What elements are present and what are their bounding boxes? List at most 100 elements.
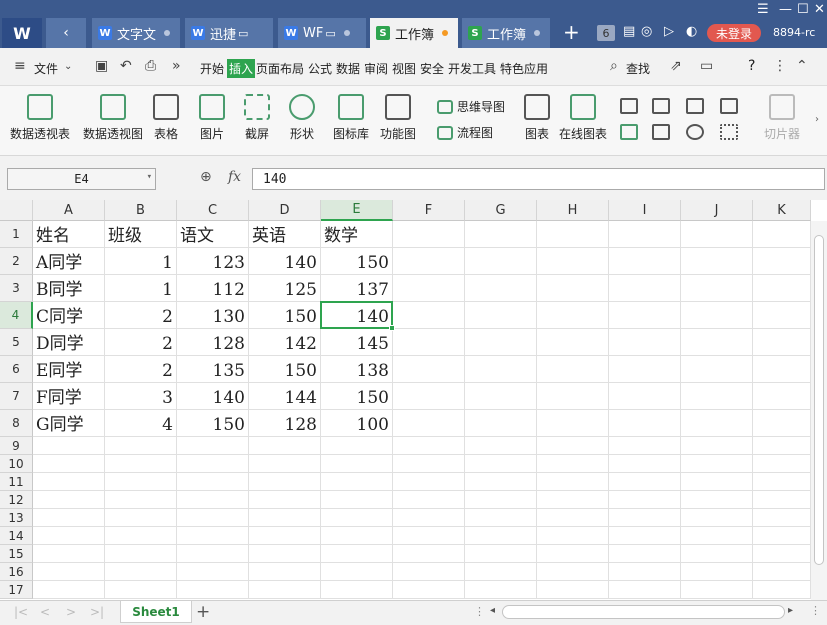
new-tab-button[interactable]: + — [563, 20, 580, 44]
cell-g6[interactable] — [465, 356, 537, 383]
cell-c2[interactable]: 123 — [177, 248, 249, 275]
column-header-e[interactable]: E — [321, 200, 393, 221]
cell-j10[interactable] — [681, 455, 753, 473]
add-sheet-button[interactable]: + — [196, 602, 210, 622]
cell-e17[interactable] — [321, 581, 393, 599]
column-header-i[interactable]: I — [609, 200, 681, 221]
cell-i9[interactable] — [609, 437, 681, 455]
cell-e9[interactable] — [321, 437, 393, 455]
cell-h7[interactable] — [537, 383, 609, 410]
function-chart-button[interactable]: 功能图 — [380, 94, 416, 142]
cell-a12[interactable] — [33, 491, 105, 509]
cell-f8[interactable] — [393, 410, 465, 437]
cell-e6[interactable]: 138 — [321, 356, 393, 383]
cell-c13[interactable] — [177, 509, 249, 527]
cell-f17[interactable] — [393, 581, 465, 599]
search-icon[interactable]: ⌕ — [610, 58, 618, 74]
cell-j17[interactable] — [681, 581, 753, 599]
cell-a6[interactable]: E同学 — [33, 356, 105, 383]
cell-h9[interactable] — [537, 437, 609, 455]
slicer-button[interactable]: 切片器 — [764, 94, 800, 142]
online-chart-button[interactable]: 在线图表 — [559, 94, 607, 142]
tab-scroll-left-button[interactable]: ‹ — [46, 18, 86, 48]
cell-c11[interactable] — [177, 473, 249, 491]
doc-tab-4[interactable]: S 工作簿 — [462, 18, 550, 48]
cell-i8[interactable] — [609, 410, 681, 437]
cell-h6[interactable] — [537, 356, 609, 383]
cell-h10[interactable] — [537, 455, 609, 473]
select-all-corner[interactable] — [0, 200, 33, 221]
split-handle-icon[interactable]: ⋮ — [474, 605, 485, 618]
column-header-j[interactable]: J — [681, 200, 753, 221]
cell-d17[interactable] — [249, 581, 321, 599]
tab-count-badge[interactable]: 6 — [597, 25, 615, 41]
cell-j9[interactable] — [681, 437, 753, 455]
cell-k14[interactable] — [753, 527, 811, 545]
doc-tab-3-active[interactable]: S 工作簿 — [370, 18, 458, 48]
cell-k3[interactable] — [753, 275, 811, 302]
scroll-right-icon[interactable]: ▸ — [788, 605, 793, 616]
menu-developer[interactable]: 开发工具 — [448, 60, 496, 77]
cell-j6[interactable] — [681, 356, 753, 383]
menu-insert[interactable]: 插入 — [227, 59, 256, 78]
cell-g7[interactable] — [465, 383, 537, 410]
tab-close-dot-icon[interactable] — [534, 30, 541, 36]
cell-i2[interactable] — [609, 248, 681, 275]
cell-h12[interactable] — [537, 491, 609, 509]
file-menu[interactable]: 文件 — [34, 60, 58, 77]
cell-d7[interactable]: 144 — [249, 383, 321, 410]
cell-e1[interactable]: 数学 — [321, 221, 393, 248]
cell-f14[interactable] — [393, 527, 465, 545]
cell-k17[interactable] — [753, 581, 811, 599]
tab-close-dot-icon[interactable] — [164, 30, 171, 36]
cell-i17[interactable] — [609, 581, 681, 599]
cell-i11[interactable] — [609, 473, 681, 491]
cell-b6[interactable]: 2 — [105, 356, 177, 383]
scatter-chart-icon[interactable] — [720, 124, 738, 140]
name-box[interactable]: E4 ▾ — [7, 168, 156, 190]
cell-i15[interactable] — [609, 545, 681, 563]
doc-tab-1[interactable]: W 迅捷 ▭ — [185, 18, 273, 48]
doc-tab-2[interactable]: W WF ▭ — [278, 18, 366, 48]
cell-d1[interactable]: 英语 — [249, 221, 321, 248]
cell-f7[interactable] — [393, 383, 465, 410]
next-sheet-icon[interactable]: > — [66, 605, 76, 619]
more-icon[interactable]: » — [172, 58, 181, 74]
cell-b4[interactable]: 2 — [105, 302, 177, 329]
cell-b1[interactable]: 班级 — [105, 221, 177, 248]
cell-g1[interactable] — [465, 221, 537, 248]
fx-icon[interactable]: fx — [228, 169, 241, 185]
cell-j5[interactable] — [681, 329, 753, 356]
help-icon[interactable]: ? — [748, 58, 755, 74]
cell-g16[interactable] — [465, 563, 537, 581]
share-icon[interactable]: ⇗ — [670, 58, 682, 74]
cell-k7[interactable] — [753, 383, 811, 410]
cell-i16[interactable] — [609, 563, 681, 581]
row-header-10[interactable]: 10 — [0, 455, 33, 473]
save-icon[interactable]: ▣ — [95, 58, 108, 74]
cell-j12[interactable] — [681, 491, 753, 509]
cell-j14[interactable] — [681, 527, 753, 545]
cell-a8[interactable]: G同学 — [33, 410, 105, 437]
column-header-b[interactable]: B — [105, 200, 177, 221]
cell-b14[interactable] — [105, 527, 177, 545]
horizontal-scrollbar[interactable] — [502, 605, 785, 619]
scroll-left-icon[interactable]: ◂ — [490, 605, 495, 616]
cell-k2[interactable] — [753, 248, 811, 275]
cell-j15[interactable] — [681, 545, 753, 563]
row-header-13[interactable]: 13 — [0, 509, 33, 527]
cell-g4[interactable] — [465, 302, 537, 329]
cell-g10[interactable] — [465, 455, 537, 473]
shape-button[interactable]: 形状 — [289, 94, 315, 142]
cell-f12[interactable] — [393, 491, 465, 509]
cell-d13[interactable] — [249, 509, 321, 527]
cell-h1[interactable] — [537, 221, 609, 248]
unsaved-dot-icon[interactable] — [442, 30, 449, 36]
cell-e11[interactable] — [321, 473, 393, 491]
spreadsheet-grid[interactable]: A B C D E F G H I J K 1 姓名 班级 语文 英语 数学 2 A同学 1 123 140 150 3 B同学… — [0, 200, 827, 600]
mind-map-button[interactable]: 思维导图 — [437, 98, 505, 115]
menu-view[interactable]: 视图 — [392, 60, 416, 77]
cell-h16[interactable] — [537, 563, 609, 581]
row-header-2[interactable]: 2 — [0, 248, 33, 275]
cell-f13[interactable] — [393, 509, 465, 527]
